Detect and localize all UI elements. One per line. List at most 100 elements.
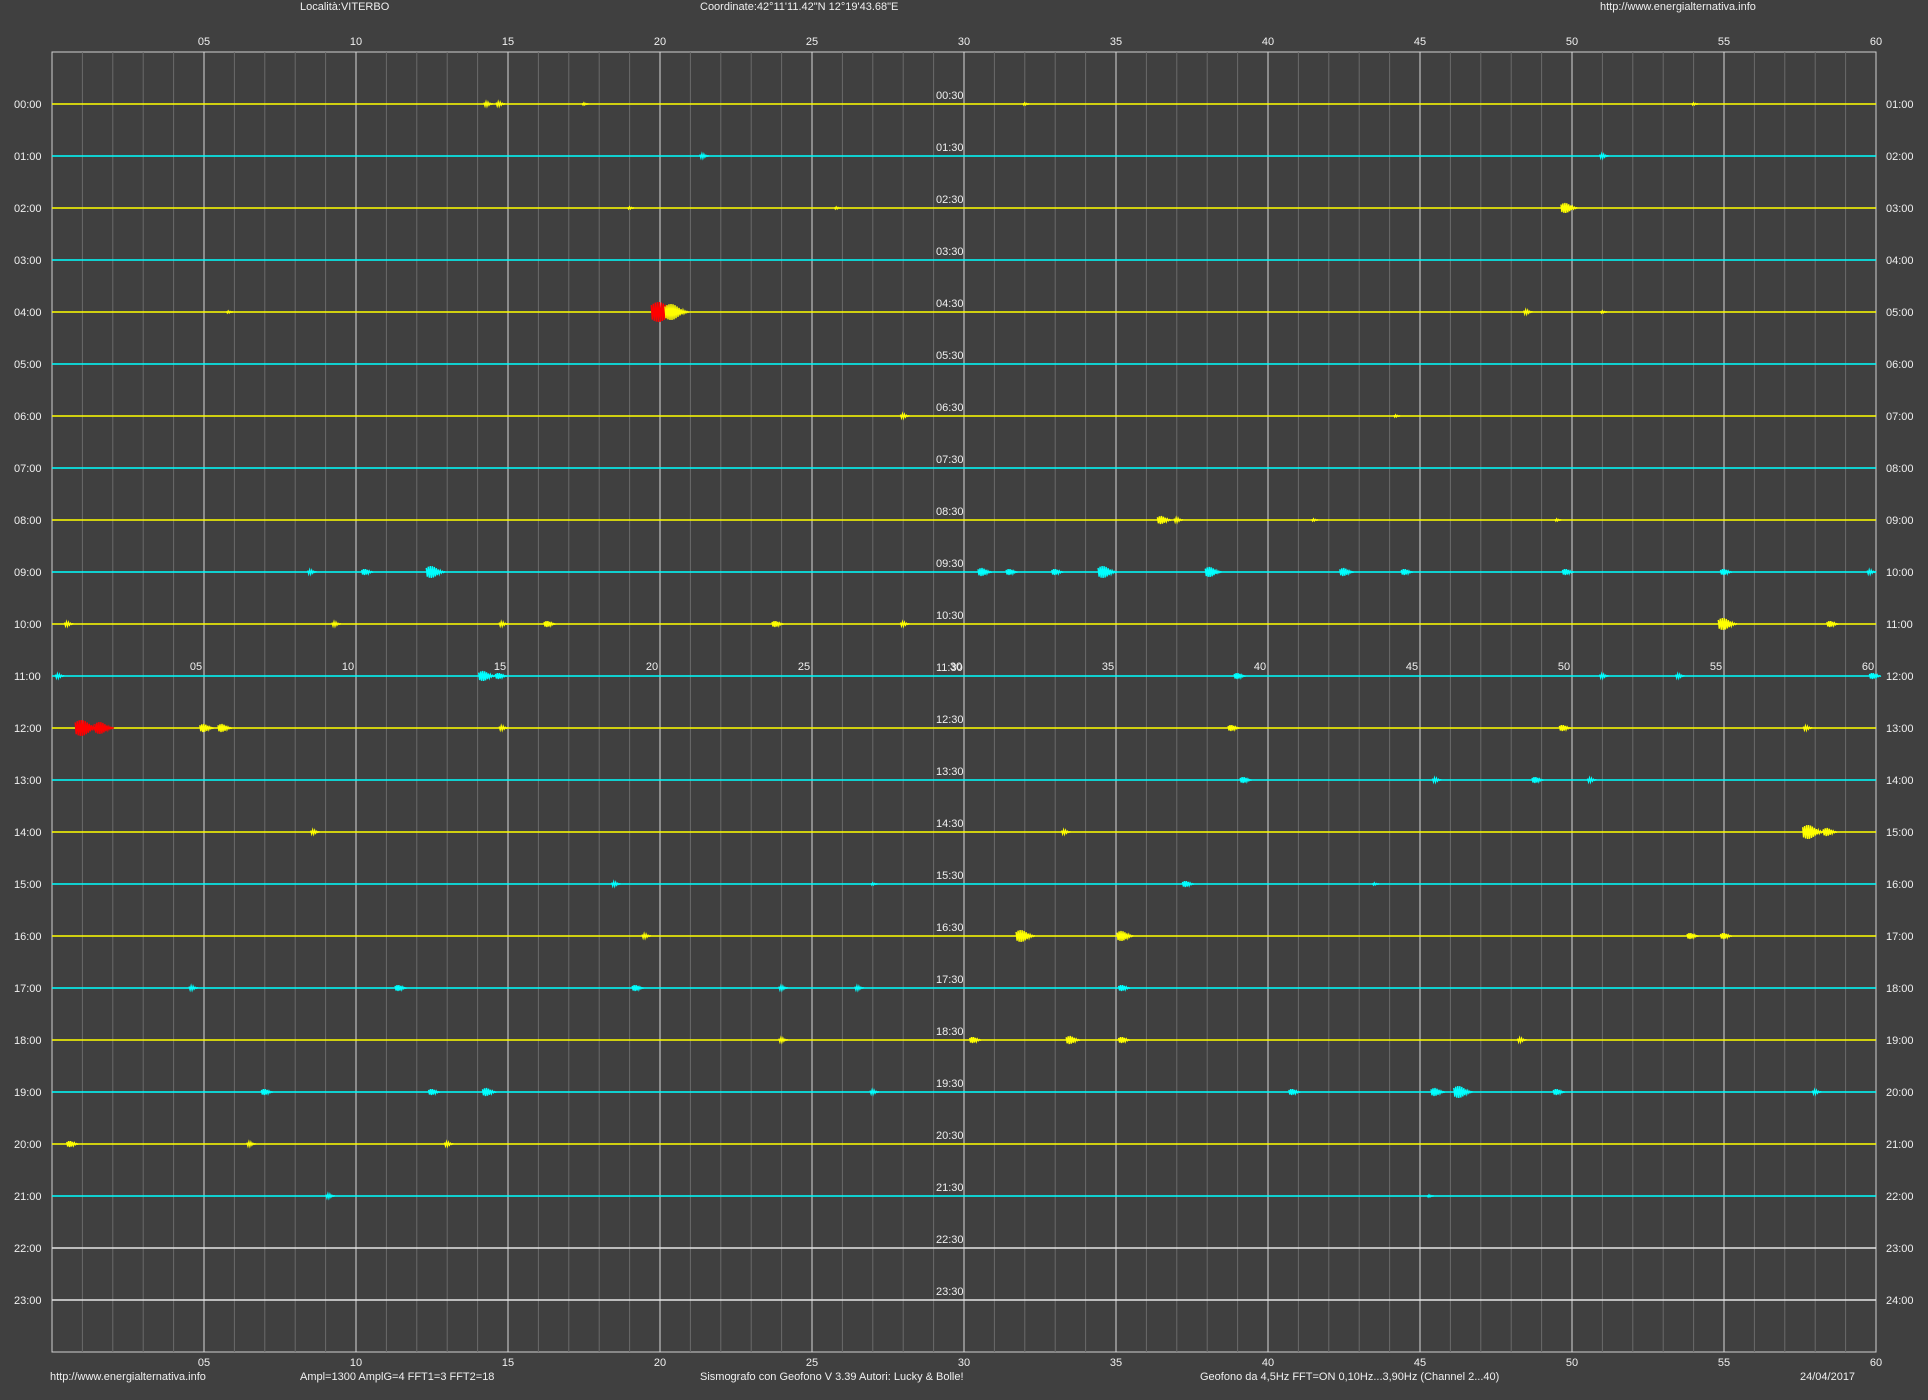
half-hour-label: 17:30	[936, 974, 964, 986]
half-hour-label: 11:30	[936, 662, 963, 674]
hour-label-left: 16:00	[14, 931, 42, 943]
hour-label-right: 02:00	[1886, 151, 1914, 163]
hour-label-right: 09:00	[1886, 515, 1914, 527]
seismic-event	[664, 303, 690, 320]
x-tick-label-inline: 40	[1254, 661, 1266, 673]
seismic-event	[641, 931, 652, 941]
hour-label-right: 20:00	[1886, 1087, 1914, 1099]
seismic-event	[1339, 567, 1355, 577]
hour-label-right: 22:00	[1886, 1191, 1914, 1203]
x-tick-label-top: 35	[1110, 36, 1122, 48]
seismic-event	[778, 983, 789, 993]
seismic-event	[1400, 568, 1414, 576]
hour-label-right: 21:00	[1886, 1139, 1914, 1151]
hour-label-right: 08:00	[1886, 463, 1914, 475]
seismic-event	[1586, 775, 1597, 785]
hour-label-left: 01:00	[14, 151, 42, 163]
x-tick-label-top: 25	[806, 36, 818, 48]
seismic-event	[1866, 567, 1877, 577]
hour-label-left: 12:00	[14, 723, 42, 735]
seismic-event	[188, 983, 199, 993]
seismic-event	[1431, 775, 1442, 785]
date-label: 24/04/2017	[1800, 1371, 1856, 1383]
half-hour-label: 06:30	[936, 402, 964, 414]
x-tick-label-top: 15	[502, 36, 514, 48]
hour-label-right: 24:00	[1886, 1295, 1914, 1307]
hour-label-right: 15:00	[1886, 827, 1914, 839]
seismic-event	[63, 619, 74, 629]
seismic-event	[1802, 723, 1813, 733]
seismic-event	[199, 723, 215, 733]
seismic-event	[1181, 880, 1195, 888]
half-hour-label: 13:30	[936, 766, 964, 778]
seismic-event	[1060, 827, 1071, 837]
seismic-event	[1117, 1036, 1131, 1044]
hour-label-right: 11:00	[1886, 619, 1913, 631]
x-tick-label-bottom: 20	[654, 1357, 666, 1369]
seismic-event	[1233, 672, 1246, 680]
seismic-event	[246, 1139, 257, 1149]
hour-label-left: 05:00	[14, 359, 42, 371]
x-tick-label-bottom: 45	[1414, 1357, 1426, 1369]
sensor-info: Geofono da 4,5Hz FFT=ON 0,10Hz...3,90Hz …	[1200, 1371, 1500, 1383]
hour-label-left: 18:00	[14, 1035, 42, 1047]
seismic-event	[543, 620, 556, 628]
seismic-event	[225, 309, 233, 315]
x-tick-label-bottom: 30	[958, 1357, 970, 1369]
seismic-event	[1599, 671, 1609, 681]
seismic-event	[1523, 307, 1533, 317]
hour-label-left: 19:00	[14, 1087, 42, 1099]
seismic-event	[325, 1191, 336, 1201]
seismic-event	[481, 1087, 497, 1097]
x-tick-label-top: 20	[654, 36, 666, 48]
half-hour-label: 04:30	[936, 298, 964, 310]
hour-label-left: 21:00	[14, 1191, 42, 1203]
hour-label-left: 09:00	[14, 567, 42, 579]
x-tick-label-bottom: 60	[1870, 1357, 1882, 1369]
x-tick-label-top: 10	[350, 36, 362, 48]
seismic-event	[425, 566, 446, 579]
half-hour-label: 09:30	[936, 558, 964, 570]
seismic-event	[611, 879, 621, 889]
seismic-event	[1173, 515, 1184, 525]
hour-label-left: 11:00	[14, 671, 41, 683]
seismic-event	[307, 567, 317, 577]
hour-label-right: 14:00	[1886, 775, 1914, 787]
seismic-event	[1116, 930, 1134, 941]
hour-label-left: 22:00	[14, 1243, 42, 1255]
half-hour-label: 03:30	[936, 246, 964, 258]
seismic-event	[483, 99, 494, 109]
footer-website-link[interactable]: http://www.energialternativa.info	[50, 1371, 206, 1383]
x-tick-label-bottom: 40	[1262, 1357, 1274, 1369]
x-tick-label-bottom: 15	[502, 1357, 514, 1369]
seismic-event	[1675, 671, 1685, 681]
seismic-event	[1686, 932, 1699, 940]
seismic-event	[1117, 984, 1131, 992]
seismic-event	[870, 881, 878, 887]
x-tick-label-inline: 60	[1862, 661, 1874, 673]
hour-label-right: 07:00	[1886, 411, 1914, 423]
hour-label-right: 05:00	[1886, 307, 1914, 319]
seismic-event	[969, 1036, 982, 1044]
events	[54, 99, 1882, 1201]
seismic-event	[1015, 930, 1036, 943]
hour-label-right: 12:00	[1886, 671, 1914, 683]
seismic-event	[1868, 672, 1882, 680]
hour-label-left: 04:00	[14, 307, 42, 319]
hour-label-right: 04:00	[1886, 255, 1914, 267]
half-hour-label: 01:30	[936, 142, 964, 154]
hour-label-left: 02:00	[14, 203, 42, 215]
x-tick-label-bottom: 50	[1566, 1357, 1578, 1369]
software-info: Sismografo con Geofono V 3.39 Autori: Lu…	[700, 1371, 964, 1383]
seismic-event	[1811, 1087, 1822, 1097]
hour-label-left: 14:00	[14, 827, 42, 839]
x-tick-label-inline: 25	[798, 661, 810, 673]
half-hour-label: 05:30	[936, 350, 964, 362]
seismic-event	[1717, 618, 1738, 631]
half-hour-label: 07:30	[936, 454, 964, 466]
amplification-info: Ampl=1300 AmplG=4 FFT1=3 FFT2=18	[300, 1371, 495, 1383]
seismic-event	[833, 205, 841, 211]
seismic-event	[1802, 824, 1825, 840]
seismic-event	[478, 670, 496, 681]
seismic-event	[331, 619, 342, 629]
